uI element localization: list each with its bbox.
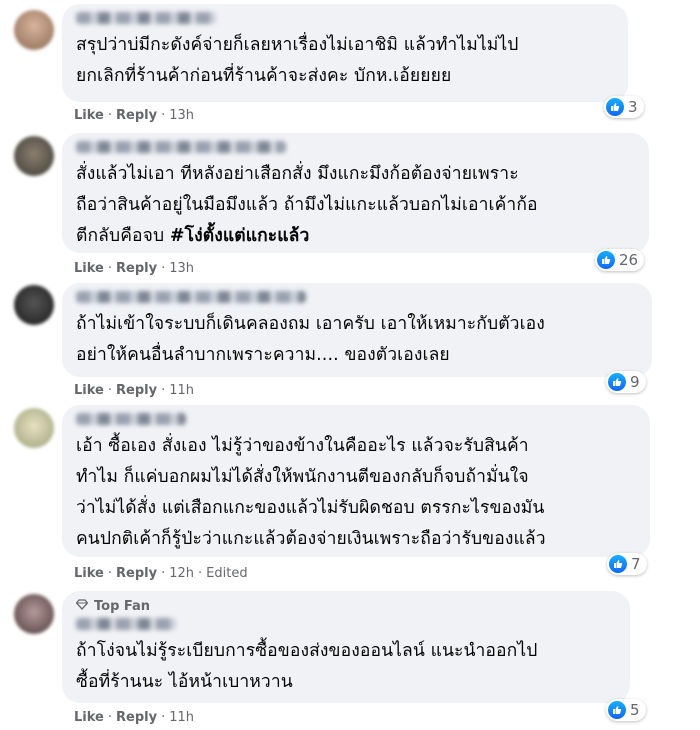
timestamp[interactable]: 12h	[169, 566, 194, 581]
comment-actions: Like · Reply · 13h	[74, 261, 194, 276]
like-button[interactable]: Like	[74, 261, 104, 276]
reply-button[interactable]: Reply	[116, 383, 157, 398]
diamond-icon	[75, 599, 89, 614]
timestamp[interactable]: 13h	[169, 261, 194, 276]
reply-button[interactable]: Reply	[116, 566, 157, 581]
comment-bubble: Top Fan ถ้าโง่จนไม่รู้ระเบียบการซื้อของส…	[62, 591, 630, 703]
comment-text: สั่งแล้วไม่เอา ทีหลังอย่าเสือกสั่ง มึงแก…	[76, 164, 538, 246]
comment-bubble: สั่งแล้วไม่เอา ทีหลังอย่าเสือกสั่ง มึงแก…	[62, 133, 649, 253]
reply-button[interactable]: Reply	[116, 261, 157, 276]
like-icon	[606, 98, 624, 116]
comment-text: สรุปว่าบ่มีกะดังค์จ่ายก็เลยหาเรื่องไม่เอ…	[76, 35, 519, 86]
like-button[interactable]: Like	[74, 566, 104, 581]
timestamp[interactable]: 11h	[169, 383, 194, 398]
commenter-name[interactable]	[76, 12, 216, 24]
commenter-name[interactable]	[76, 141, 286, 153]
edited-label[interactable]: Edited	[206, 566, 247, 581]
like-button[interactable]: Like	[74, 710, 104, 725]
reply-button[interactable]: Reply	[116, 710, 157, 725]
comment-actions: Like · Reply · 11h	[74, 383, 194, 398]
reaction-count[interactable]: 9	[606, 371, 646, 393]
avatar[interactable]	[14, 408, 54, 448]
reply-button[interactable]: Reply	[116, 108, 157, 123]
comment-text: ถ้าไม่เข้าใจระบบก็เดินคลองถม เอาครับ เอา…	[76, 314, 545, 365]
top-fan-badge[interactable]: Top Fan	[75, 599, 616, 614]
avatar[interactable]	[14, 594, 54, 634]
commenter-name[interactable]	[76, 413, 186, 425]
avatar[interactable]	[14, 285, 54, 325]
commenter-name[interactable]	[76, 291, 306, 303]
like-icon	[608, 701, 626, 719]
timestamp[interactable]: 13h	[169, 108, 194, 123]
like-icon	[608, 373, 626, 391]
comment-actions: Like · Reply · 12h · Edited	[74, 566, 248, 581]
like-button[interactable]: Like	[74, 383, 104, 398]
reaction-count[interactable]: 26	[595, 249, 645, 271]
reaction-count[interactable]: 3	[604, 96, 644, 118]
comment-bubble: เอ้า ซื้อเอง สั่งเอง ไม่รู้ว่าของข้างในค…	[62, 405, 650, 557]
avatar[interactable]	[14, 136, 54, 176]
like-button[interactable]: Like	[74, 108, 104, 123]
comment-bubble: ถ้าไม่เข้าใจระบบก็เดินคลองถม เอาครับ เอา…	[62, 283, 652, 377]
comment-text: ถ้าโง่จนไม่รู้ระเบียบการซื้อของส่งของออน…	[76, 641, 538, 692]
timestamp[interactable]: 11h	[169, 710, 194, 725]
like-icon	[609, 555, 627, 573]
comment-actions: Like · Reply · 11h	[74, 710, 194, 725]
comment-actions: Like · Reply · 13h	[74, 108, 194, 123]
commenter-name[interactable]	[76, 618, 176, 630]
like-icon	[597, 251, 615, 269]
comment-bubble: สรุปว่าบ่มีกะดังค์จ่ายก็เลยหาเรื่องไม่เอ…	[62, 4, 628, 102]
reaction-count[interactable]: 5	[606, 699, 646, 721]
hashtag-link[interactable]: #โง่ตั้งแต่แกะแล้ว	[170, 226, 310, 246]
reaction-count[interactable]: 7	[607, 553, 647, 575]
avatar[interactable]	[14, 10, 54, 50]
comment-text: เอ้า ซื้อเอง สั่งเอง ไม่รู้ว่าของข้างในค…	[76, 436, 546, 549]
